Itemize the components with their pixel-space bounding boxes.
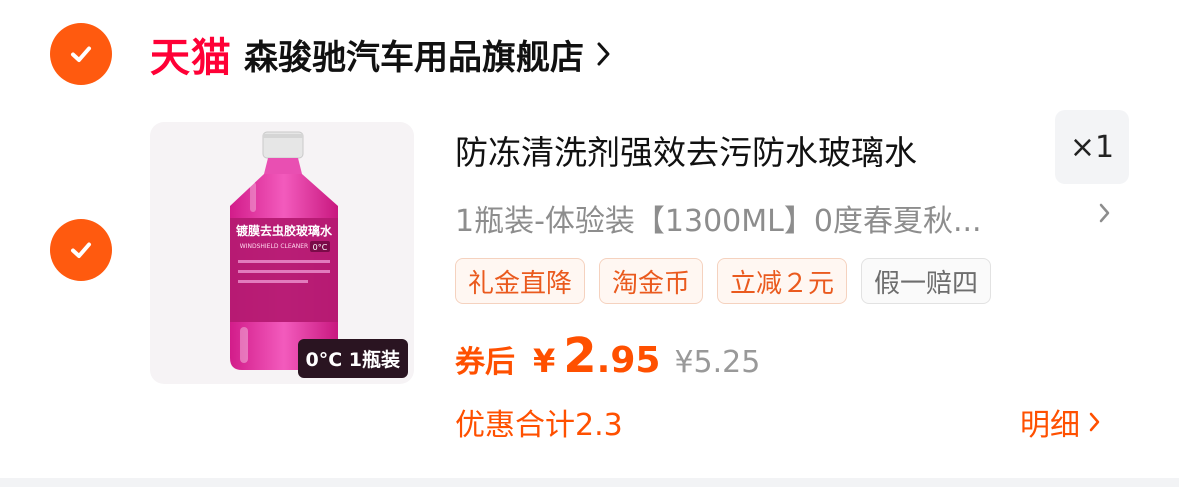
price-decimal: .95 bbox=[596, 340, 661, 381]
promo-tag: 淘金币 bbox=[599, 258, 704, 304]
currency-symbol: ¥ bbox=[533, 342, 556, 380]
chevron-right-icon bbox=[1089, 412, 1100, 432]
store-name[interactable]: 森骏驰汽车用品旗舰店 bbox=[244, 30, 584, 79]
quantity-selector[interactable]: ×1 bbox=[1055, 110, 1129, 184]
original-price: ¥5.25 bbox=[674, 345, 761, 380]
chevron-right-icon[interactable] bbox=[1098, 202, 1112, 228]
bottle-label-text: 镀膜去虫胶玻璃水 bbox=[236, 223, 333, 238]
product-title[interactable]: 防冻清洗剂强效去污防水玻璃水 bbox=[455, 126, 917, 174]
divider bbox=[0, 478, 1179, 487]
promo-tags: 礼金直降 淘金币 立减２元 假一赔四 bbox=[455, 258, 992, 304]
product-image[interactable]: 镀膜去虫胶玻璃水 WINDSHIELD CLEANER 0°C 0°C 1瓶装 bbox=[150, 122, 414, 384]
checkmark-icon bbox=[71, 242, 91, 258]
price-integer: 2 bbox=[563, 328, 597, 384]
chevron-right-icon[interactable] bbox=[596, 41, 612, 67]
store-select-checkbox[interactable] bbox=[50, 23, 112, 85]
tmall-logo: 天猫 bbox=[150, 35, 232, 81]
detail-label: 明细 bbox=[1020, 408, 1080, 443]
bottle-temp-tag: 0°C bbox=[313, 243, 328, 252]
price-row: 券后 ¥ 2 .95 ¥5.25 bbox=[455, 328, 760, 384]
promo-tag: 礼金直降 bbox=[455, 258, 586, 304]
price-label: 券后 bbox=[455, 345, 515, 380]
image-badge: 0°C 1瓶装 bbox=[297, 339, 408, 378]
bottle-label-subtext: WINDSHIELD CLEANER bbox=[240, 243, 308, 250]
guarantee-tag: 假一赔四 bbox=[861, 258, 992, 304]
sku-selector[interactable]: 1瓶装-体验装【1300ML】0度春夏秋... bbox=[455, 196, 982, 240]
discount-total: 优惠合计2.3 bbox=[455, 408, 623, 443]
checkmark-icon bbox=[71, 46, 91, 62]
item-select-checkbox[interactable] bbox=[50, 219, 112, 281]
store-header[interactable]: 天猫 森骏驰汽车用品旗舰店 bbox=[150, 24, 612, 84]
promo-tag: 立减２元 bbox=[717, 258, 848, 304]
detail-link[interactable]: 明细 bbox=[1020, 400, 1102, 444]
